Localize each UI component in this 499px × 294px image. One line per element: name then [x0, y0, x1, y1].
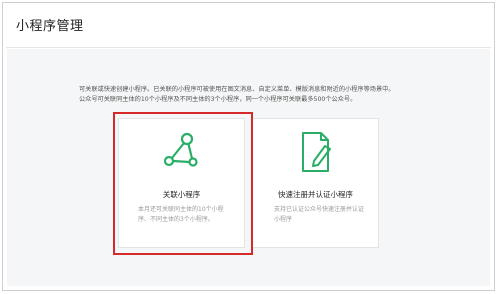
document-pen-icon [294, 129, 338, 179]
intro-text: 可关联或快速创建小程序。已关联的小程序可被使用在图文消息、自定义菜单、模版消息和… [79, 85, 419, 105]
title-divider [6, 47, 491, 48]
red-highlight-box [113, 112, 253, 255]
intro-line-1: 可关联或快速创建小程序。已关联的小程序可被使用在图文消息、自定义菜单、模版消息和… [79, 86, 395, 93]
card-desc-line-1: 支持已认证公众号快速注册并认证 [274, 206, 365, 213]
quick-register-card[interactable]: 快速注册并认证小程序 支持已认证公众号快速注册并认证 小程序 [252, 118, 379, 248]
intro-line-2: 公众号可关联同主体的10个小程序及不同主体的3个小程序，同一个小程序可关联最多5… [79, 96, 357, 103]
page-title: 小程序管理 [16, 19, 84, 34]
card-description: 支持已认证公众号快速注册并认证 小程序 [274, 205, 366, 225]
card-title: 快速注册并认证小程序 [278, 190, 353, 199]
card-desc-line-2: 小程序 [274, 216, 293, 223]
